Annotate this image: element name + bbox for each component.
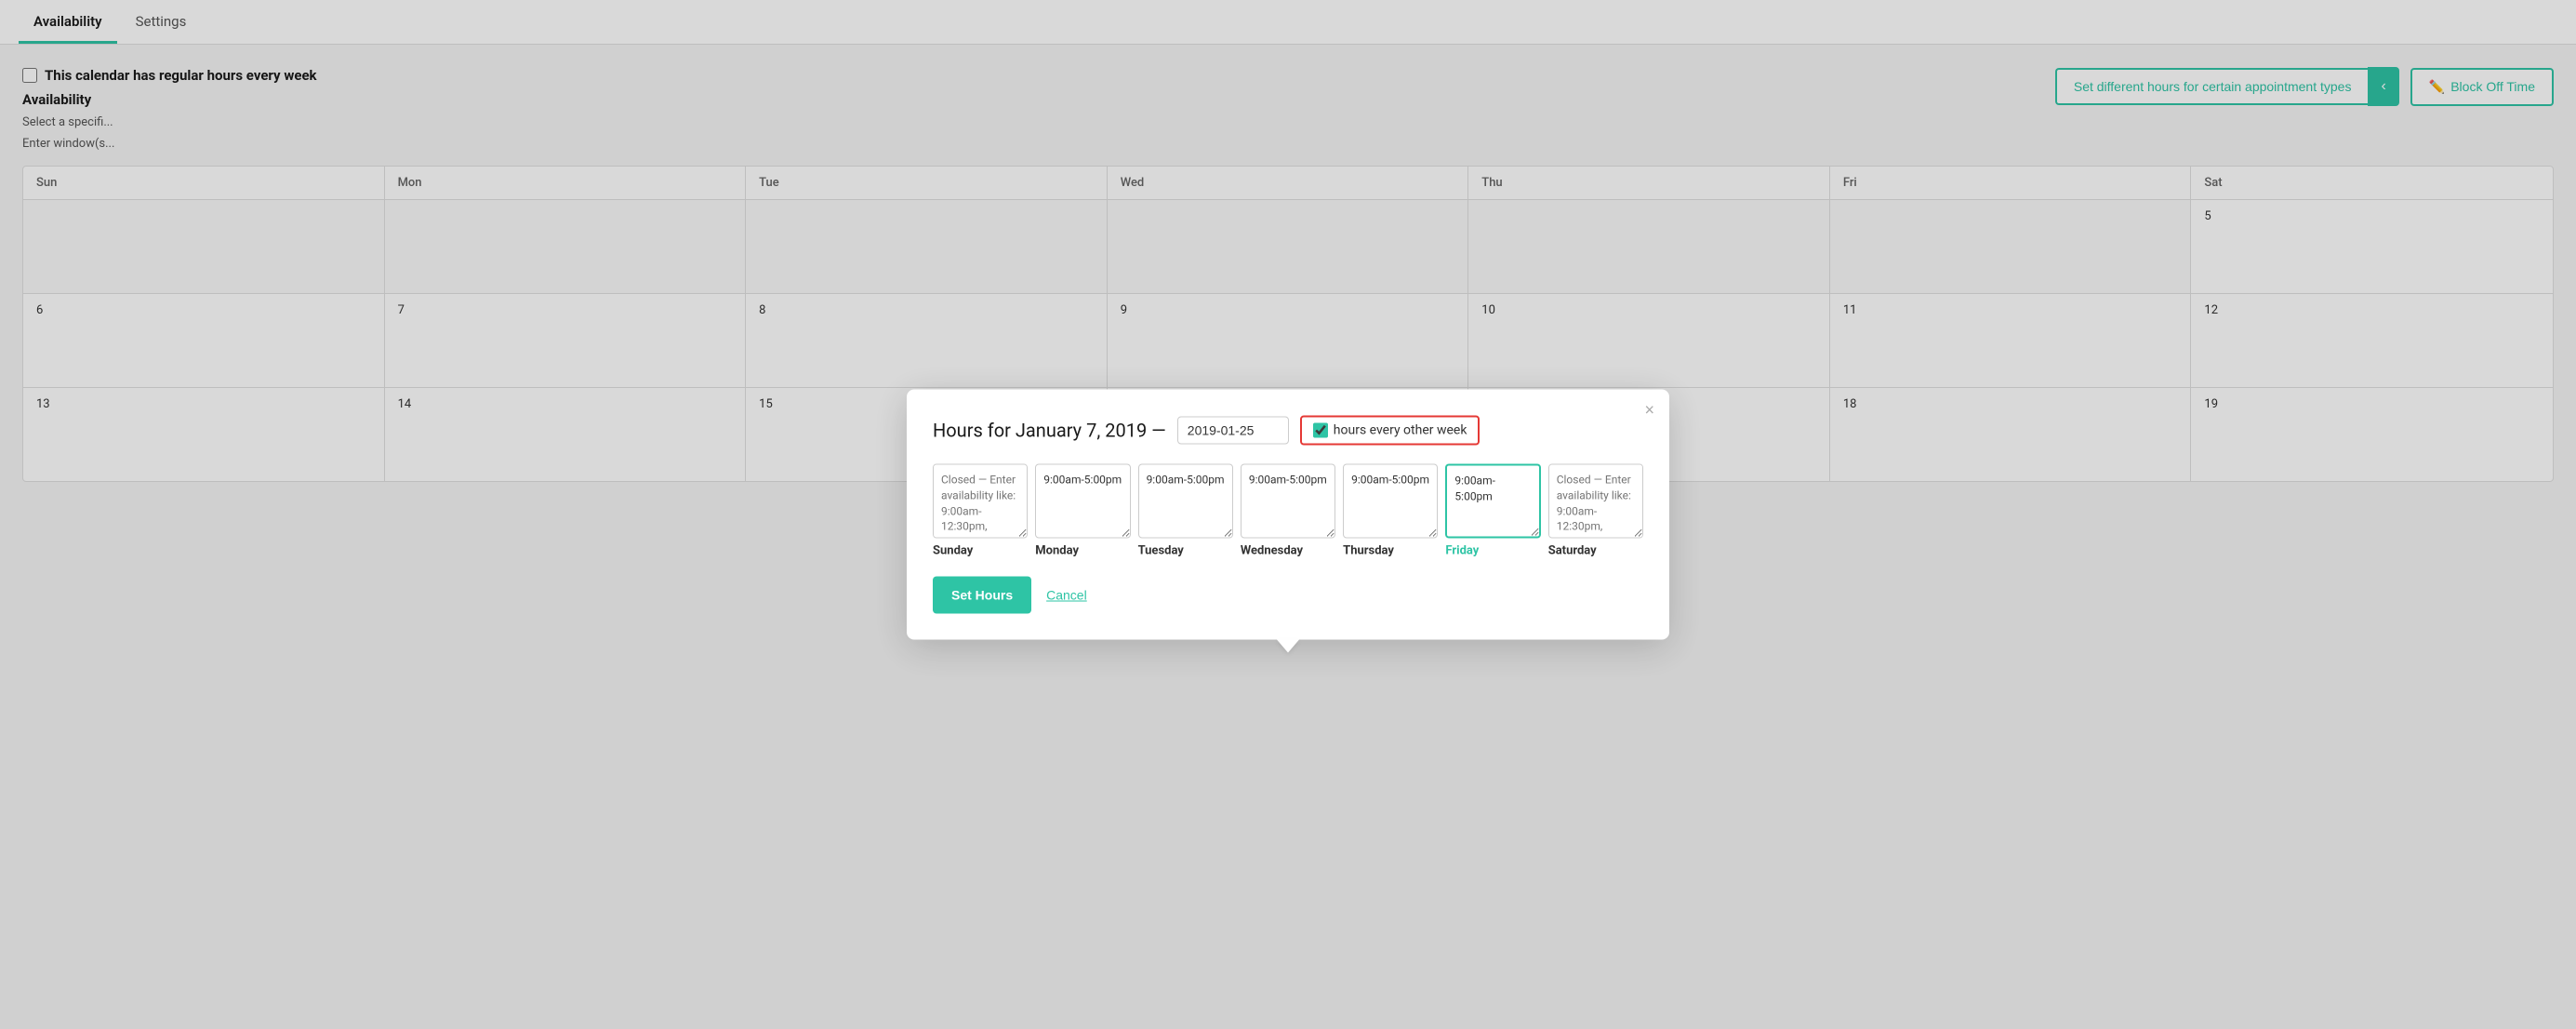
day-col-monday: 9:00am-5:00pm Monday <box>1035 464 1130 558</box>
modal-title: Hours for January 7, 2019 — <box>933 420 1166 442</box>
thursday-textarea[interactable]: 9:00am-5:00pm <box>1343 464 1438 539</box>
modal-date-input[interactable] <box>1177 417 1289 445</box>
day-col-tuesday: 9:00am-5:00pm Tuesday <box>1138 464 1233 558</box>
day-col-thursday: 9:00am-5:00pm Thursday <box>1343 464 1438 558</box>
day-col-wednesday: 9:00am-5:00pm Wednesday <box>1241 464 1335 558</box>
monday-label: Monday <box>1035 544 1130 558</box>
friday-textarea[interactable]: 9:00am-5:00pm <box>1445 464 1540 539</box>
day-col-friday: 9:00am-5:00pm Friday <box>1445 464 1540 558</box>
cancel-button[interactable]: Cancel <box>1046 588 1087 603</box>
saturday-textarea[interactable] <box>1548 464 1643 539</box>
monday-textarea[interactable]: 9:00am-5:00pm <box>1035 464 1130 539</box>
friday-label: Friday <box>1445 544 1540 558</box>
hours-other-week-container: hours every other week <box>1300 416 1481 446</box>
thursday-label: Thursday <box>1343 544 1438 558</box>
tuesday-textarea[interactable]: 9:00am-5:00pm <box>1138 464 1233 539</box>
sunday-textarea[interactable] <box>933 464 1028 539</box>
day-col-saturday: Saturday <box>1548 464 1643 558</box>
hours-other-week-label: hours every other week <box>1334 423 1467 438</box>
tuesday-label: Tuesday <box>1138 544 1233 558</box>
hours-other-week-checkbox[interactable] <box>1313 423 1328 438</box>
hours-modal: × Hours for January 7, 2019 — hours ever… <box>907 390 1669 640</box>
modal-actions: Set Hours Cancel <box>933 577 1643 614</box>
saturday-label: Saturday <box>1548 544 1643 558</box>
modal-close-button[interactable]: × <box>1644 401 1654 421</box>
set-hours-button[interactable]: Set Hours <box>933 577 1031 614</box>
wednesday-label: Wednesday <box>1241 544 1335 558</box>
modal-header: Hours for January 7, 2019 — hours every … <box>933 416 1643 446</box>
days-grid: Sunday 9:00am-5:00pm Monday 9:00am-5:00p… <box>933 464 1643 558</box>
sunday-label: Sunday <box>933 544 1028 558</box>
wednesday-textarea[interactable]: 9:00am-5:00pm <box>1241 464 1335 539</box>
day-col-sunday: Sunday <box>933 464 1028 558</box>
